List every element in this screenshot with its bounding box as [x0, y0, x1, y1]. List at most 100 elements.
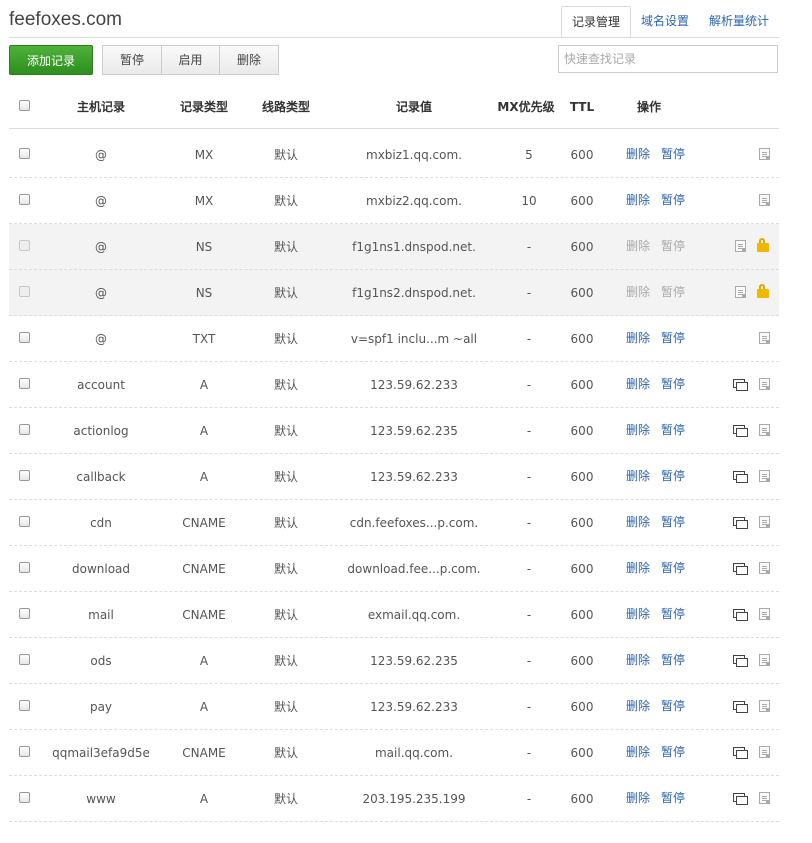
table-row[interactable]: qqmail3efa9d5e CNAME 默认 mail.qq.com. - 600 删除暂… [9, 730, 779, 776]
mx-priority-cell: - [526, 654, 532, 668]
table-row[interactable]: callback A 默认 123.59.62.233 - 600 删除 暂停 [9, 454, 779, 500]
ttl-cell: 600 [570, 700, 594, 714]
note-icon[interactable] [759, 516, 770, 528]
delete-record-link[interactable]: 删除 [626, 546, 650, 592]
pause-record-link[interactable]: 暂停 [661, 638, 685, 684]
row-checkbox[interactable] [19, 792, 30, 803]
note-icon[interactable] [759, 148, 770, 160]
table-row[interactable]: @ NS 默认 f1g1ns1.dnspod.net. - 600 删除 暂停 [9, 224, 779, 270]
note-icon[interactable] [735, 240, 746, 252]
note-icon[interactable] [759, 746, 770, 758]
note-icon[interactable] [759, 562, 770, 574]
delete-record-link[interactable]: 删除 [626, 132, 650, 178]
mx-priority-cell: - [526, 286, 532, 300]
row-checkbox[interactable] [19, 700, 30, 711]
table-row[interactable]: account A 默认 123.59.62.233 - 600 删除 暂停 [9, 362, 779, 408]
row-checkbox[interactable] [19, 746, 30, 757]
pause-record-link[interactable]: 暂停 [661, 500, 685, 546]
pause-record-link[interactable]: 暂停 [661, 132, 685, 178]
delete-record-link[interactable]: 删除 [626, 500, 650, 546]
delete-record-link[interactable]: 删除 [626, 316, 650, 362]
tab-record-management[interactable]: 记录管理 [560, 6, 631, 39]
note-icon[interactable] [735, 286, 746, 298]
table-row[interactable]: @ NS 默认 f1g1ns2.dnspod.net. - 600 删除 暂停 [9, 270, 779, 316]
pause-record-link[interactable]: 暂停 [661, 454, 685, 500]
mx-priority-cell: - [526, 332, 532, 346]
remark-bubble-icon[interactable] [733, 701, 748, 713]
table-row[interactable]: actionlog A 默认 123.59.62.235 - 600 删除 暂停 [9, 408, 779, 454]
add-record-button[interactable]: 添加记录 [9, 45, 93, 75]
pause-record-link[interactable]: 暂停 [661, 546, 685, 592]
pause-record-link[interactable]: 暂停 [661, 178, 685, 224]
remark-bubble-icon[interactable] [733, 425, 748, 437]
row-checkbox[interactable] [19, 148, 30, 159]
enable-button[interactable]: 启用 [162, 45, 220, 75]
note-icon[interactable] [759, 470, 770, 482]
table-row[interactable]: @ MX 默认 mxbiz1.qq.com. 5 600 删除 暂停 [9, 132, 779, 178]
pause-record-link[interactable]: 暂停 [661, 776, 685, 822]
pause-record-link[interactable]: 暂停 [661, 362, 685, 408]
row-checkbox[interactable] [19, 470, 30, 481]
note-icon[interactable] [759, 332, 770, 344]
row-checkbox[interactable] [19, 378, 30, 389]
table-row[interactable]: www A 默认 203.195.235.199 - 600 删除 暂停 [9, 776, 779, 822]
delete-record-link[interactable]: 删除 [626, 408, 650, 454]
delete-record-link[interactable]: 删除 [626, 684, 650, 730]
delete-record-link[interactable]: 删除 [626, 638, 650, 684]
row-checkbox[interactable] [19, 194, 30, 205]
pause-record-link[interactable]: 暂停 [661, 730, 685, 776]
remark-bubble-icon[interactable] [733, 471, 748, 483]
line-cell: 默认 [273, 608, 298, 622]
table-row[interactable]: ods A 默认 123.59.62.235 - 600 删除 暂停 [9, 638, 779, 684]
delete-record-link[interactable]: 删除 [626, 730, 650, 776]
delete-record-link[interactable]: 删除 [626, 776, 650, 822]
note-icon[interactable] [759, 194, 770, 206]
row-checkbox[interactable] [19, 608, 30, 619]
tab-resolution-stats[interactable]: 解析量统计 [699, 6, 779, 37]
note-icon[interactable] [759, 608, 770, 620]
row-checkbox[interactable] [19, 516, 30, 527]
row-checkbox[interactable] [19, 654, 30, 665]
table-row[interactable]: pay A 默认 123.59.62.233 - 600 删除 暂停 [9, 684, 779, 730]
remark-bubble-icon[interactable] [733, 747, 748, 759]
host-cell: qqmail3efa9d5e [52, 746, 150, 760]
pause-record-link[interactable]: 暂停 [661, 684, 685, 730]
row-checkbox[interactable] [19, 424, 30, 435]
delete-record-link[interactable]: 删除 [626, 178, 650, 224]
remark-bubble-icon[interactable] [733, 609, 748, 621]
note-icon[interactable] [759, 378, 770, 390]
delete-button[interactable]: 删除 [220, 45, 279, 75]
table-row[interactable]: cdn CNAME 默认 cdn.feefoxes...p.com. - 600 删除 暂停 [9, 500, 779, 546]
remark-bubble-icon[interactable] [733, 563, 748, 575]
remark-bubble-icon[interactable] [733, 793, 748, 805]
mx-priority-cell: - [526, 240, 532, 254]
pause-record-link[interactable]: 暂停 [661, 408, 685, 454]
top-bar: feefoxes.com 记录管理 域名设置 解析量统计 [0, 0, 812, 39]
table-row[interactable]: download CNAME 默认 download.fee...p.com. - 600… [9, 546, 779, 592]
note-icon[interactable] [759, 700, 770, 712]
toolbar: 添加记录 暂停 启用 删除 [9, 45, 279, 75]
note-icon[interactable] [759, 424, 770, 436]
pause-button[interactable]: 暂停 [102, 45, 162, 75]
delete-record-link[interactable]: 删除 [626, 592, 650, 638]
remark-bubble-icon[interactable] [733, 655, 748, 667]
table-row[interactable]: @ MX 默认 mxbiz2.qq.com. 10 600 删除 暂停 [9, 178, 779, 224]
tab-bar: 记录管理 域名设置 解析量统计 [560, 6, 779, 39]
host-cell: mail [88, 608, 114, 622]
note-icon[interactable] [759, 792, 770, 804]
value-cell: 123.59.62.235 [370, 424, 458, 438]
delete-record-link[interactable]: 删除 [626, 362, 650, 408]
select-all-checkbox[interactable] [19, 100, 30, 111]
table-row[interactable]: @ TXT 默认 v=spf1 inclu...m ~all - 600 删除 暂停 [9, 316, 779, 362]
tab-domain-settings[interactable]: 域名设置 [631, 6, 699, 37]
row-checkbox[interactable] [19, 332, 30, 343]
delete-record-link[interactable]: 删除 [626, 454, 650, 500]
table-row[interactable]: mail CNAME 默认 exmail.qq.com. - 600 删除 暂停 [9, 592, 779, 638]
pause-record-link[interactable]: 暂停 [661, 316, 685, 362]
remark-bubble-icon[interactable] [733, 379, 748, 391]
pause-record-link[interactable]: 暂停 [661, 592, 685, 638]
note-icon[interactable] [759, 654, 770, 666]
search-input[interactable] [558, 45, 778, 73]
row-checkbox[interactable] [19, 562, 30, 573]
remark-bubble-icon[interactable] [733, 517, 748, 529]
